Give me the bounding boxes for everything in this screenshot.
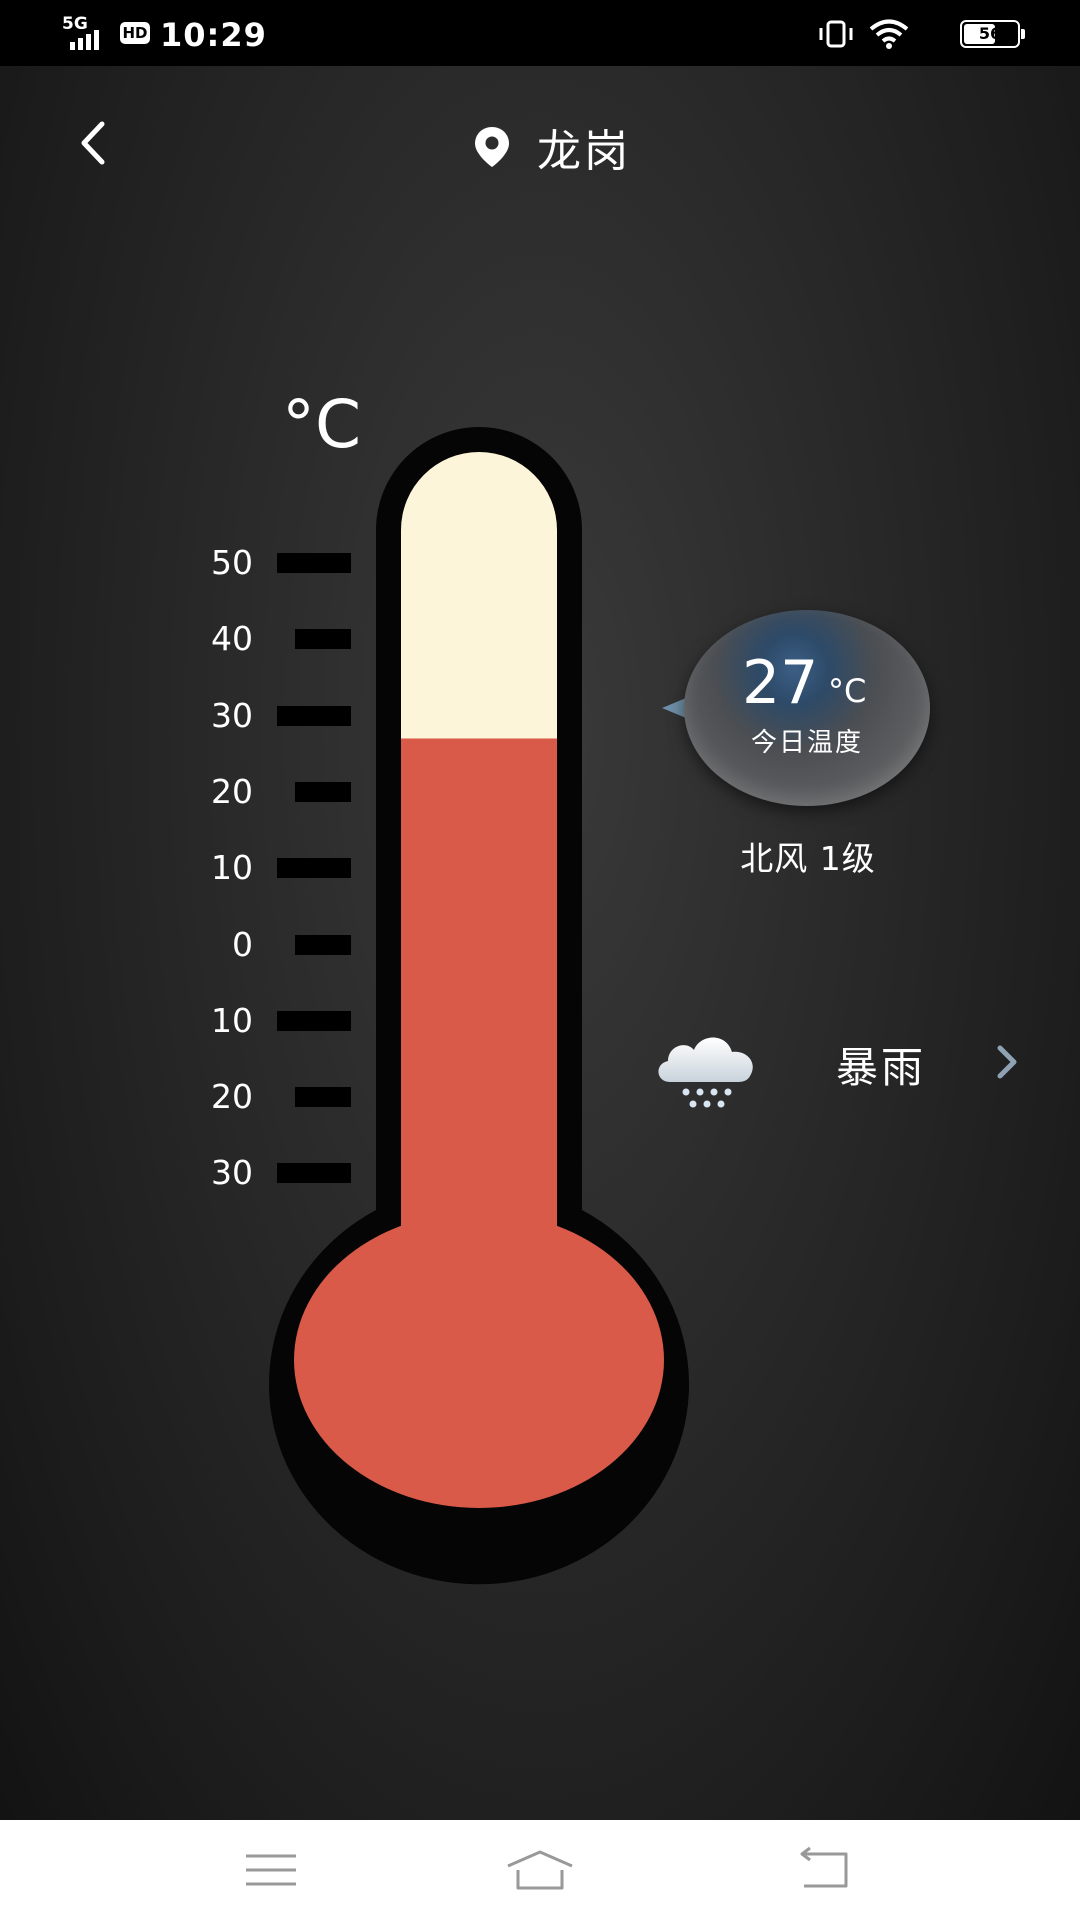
map-pin-icon [475, 127, 509, 167]
minor-tick [295, 1087, 351, 1108]
thermometer-outline [269, 427, 690, 1585]
major-tick [277, 705, 351, 726]
city-name: 龙岗 [537, 126, 631, 177]
home-icon[interactable] [500, 1846, 580, 1896]
minor-tick [295, 934, 351, 955]
thermometer-bulb [294, 1212, 664, 1508]
back-icon[interactable] [786, 1846, 866, 1896]
thermometer-glass [401, 452, 557, 1240]
bubble-pointer [662, 698, 686, 718]
rain-cloud-icon [658, 1037, 753, 1108]
today-temp-caption: 今日温度 [750, 728, 863, 758]
status-bar: 5G HD 10:29 56 [0, 0, 1080, 66]
scale-label: 30 [211, 1153, 253, 1193]
scale-label: 20 [211, 1077, 253, 1117]
weather-row[interactable]: 暴雨 [640, 1010, 1040, 1120]
screen: 5G HD 10:29 56 龙岗 °C 50 40 30 20 10 0 10… [0, 0, 1080, 1920]
today-temp-value: 27 [742, 648, 819, 718]
thermometer-unit: °C [282, 386, 362, 463]
major-tick [277, 858, 351, 879]
major-tick [277, 1010, 351, 1031]
major-tick [277, 1163, 351, 1184]
signal-icon [70, 30, 99, 50]
battery-level: 56 [978, 24, 1002, 43]
wifi-icon [869, 19, 909, 49]
hd-badge: HD [120, 22, 150, 44]
wind-info: 北风 1级 [740, 839, 876, 878]
scale-label: 40 [211, 619, 253, 659]
chevron-right-icon[interactable] [992, 1040, 1022, 1084]
scale-label: 10 [211, 1000, 253, 1040]
battery-icon: 56 [960, 20, 1025, 48]
scale-label: 20 [211, 771, 253, 811]
minor-tick [295, 629, 351, 650]
thermometer [269, 427, 690, 1585]
menu-icon[interactable] [232, 1846, 312, 1896]
weather-condition: 暴雨 [836, 1043, 927, 1092]
location-header: 龙岗 [0, 115, 1080, 179]
mercury-column [401, 738, 557, 1250]
vibrate-icon [819, 20, 853, 48]
today-temp-unit: °C [828, 672, 867, 710]
scale-label: 50 [211, 543, 253, 582]
major-tick [277, 553, 351, 573]
status-right: 56 [760, 14, 1025, 54]
scale-label: 0 [232, 924, 253, 964]
navigation-bar [0, 1820, 1080, 1920]
status-time: 10:29 [160, 16, 267, 54]
scale-label: 10 [211, 848, 253, 888]
scale-label: 30 [211, 695, 253, 735]
minor-tick [295, 781, 351, 802]
